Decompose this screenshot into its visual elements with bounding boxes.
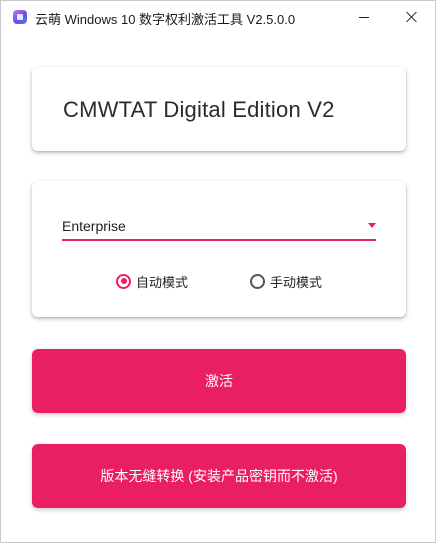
- radio-manual-label: 手动模式: [270, 274, 323, 290]
- close-icon: [406, 11, 418, 23]
- edition-select[interactable]: Enterprise: [62, 215, 376, 241]
- options-card: Enterprise 自动模式 手动模式: [32, 181, 406, 317]
- app-icon: [13, 10, 27, 24]
- app-window: 云萌 Windows 10 数字权利激活工具 V2.5.0.0 CMWTAT D…: [0, 0, 436, 543]
- main-content: CMWTAT Digital Edition V2 Enterprise 自动模…: [1, 33, 435, 542]
- radio-auto-mode[interactable]: 自动模式: [116, 271, 188, 291]
- convert-edition-button[interactable]: 版本无缝转换 (安装产品密钥而不激活): [32, 444, 406, 508]
- page-title: CMWTAT Digital Edition V2: [63, 97, 335, 122]
- radio-auto-label: 自动模式: [136, 274, 189, 290]
- radio-unchecked-icon[interactable]: [250, 273, 265, 289]
- radio-manual-mode[interactable]: 手动模式: [250, 271, 322, 291]
- edition-select-value: Enterprise: [62, 218, 126, 234]
- dropdown-arrow-icon: [368, 223, 376, 228]
- minimize-icon: [359, 16, 369, 18]
- minimize-button[interactable]: [341, 1, 387, 33]
- radio-checked-icon[interactable]: [116, 273, 131, 289]
- title-bar[interactable]: 云萌 Windows 10 数字权利激活工具 V2.5.0.0: [1, 1, 435, 33]
- title-card: CMWTAT Digital Edition V2: [32, 67, 406, 151]
- window-title: 云萌 Windows 10 数字权利激活工具 V2.5.0.0: [35, 12, 296, 27]
- activate-button[interactable]: 激活: [32, 349, 406, 413]
- close-button[interactable]: [389, 1, 435, 33]
